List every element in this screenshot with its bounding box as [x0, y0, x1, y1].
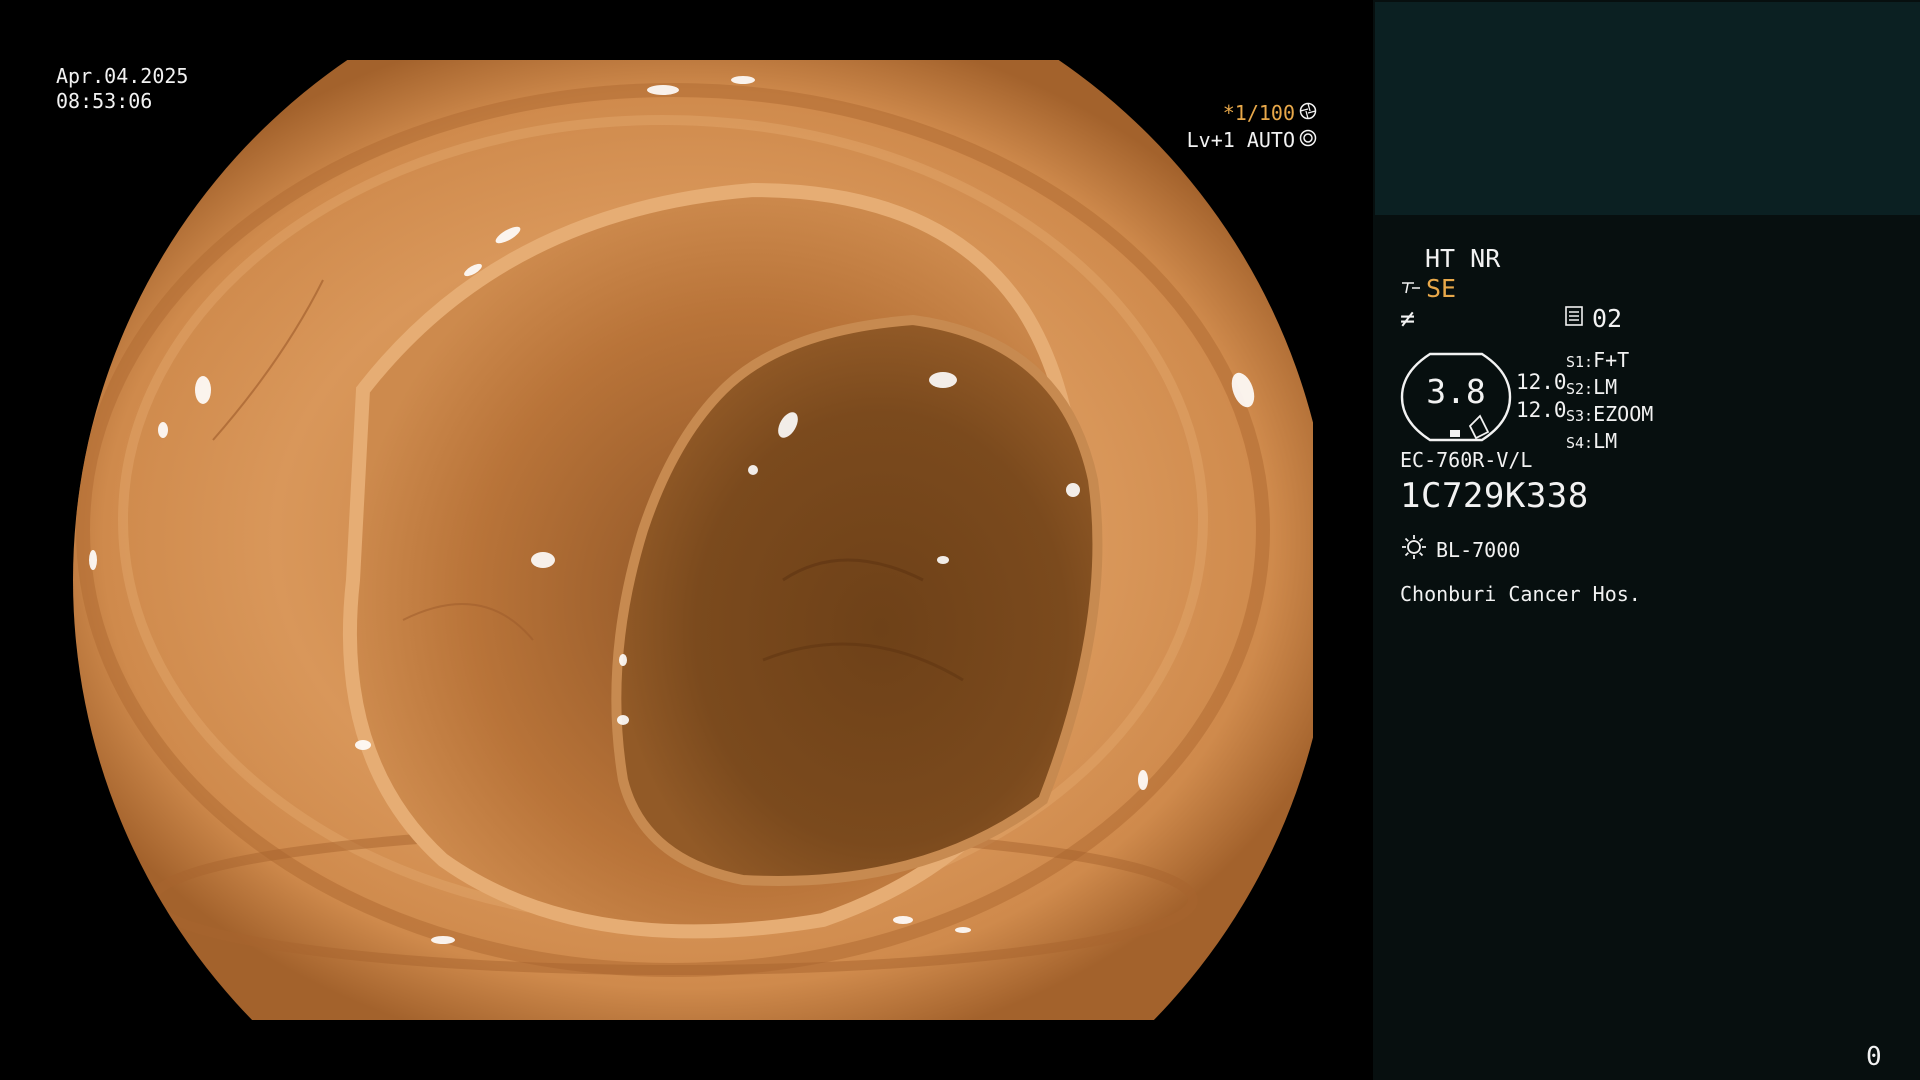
- switch-line: S2:LM: [1566, 375, 1653, 402]
- scope-serial: 1C729K338: [1400, 476, 1589, 516]
- scope-model: EC-760R-V/L: [1400, 448, 1533, 472]
- light-source-name: BL-7000: [1436, 537, 1521, 562]
- ht-nr-label: HT NR: [1425, 244, 1501, 273]
- switch-line: S4:LM: [1566, 429, 1653, 456]
- switch-value: LM: [1593, 375, 1618, 399]
- exposure-overlay: *1/100 Lv+1 AUTO: [1057, 100, 1317, 154]
- memory-line: 02: [1564, 304, 1622, 333]
- iris-mode: Lv+1 AUTO: [1186, 128, 1295, 152]
- time-text: 08:53:06: [56, 89, 153, 113]
- switch-line: S1:F+T: [1566, 348, 1653, 375]
- color-mode-icon: ≠: [1400, 304, 1416, 333]
- light-source-line: BL-7000: [1400, 533, 1520, 566]
- gauge-value: 3.8: [1426, 372, 1486, 411]
- switch-assignments: S1:F+T S2:LM S3:EZOOM S4:LM: [1566, 348, 1653, 456]
- switch-value: EZOOM: [1593, 402, 1654, 426]
- shutter-line: *1/100: [1057, 100, 1317, 127]
- hospital-name: Chonburi Cancer Hos.: [1400, 582, 1641, 606]
- structure-enhance-line: SE: [1400, 274, 1456, 303]
- shutter-speed: *1/100: [1222, 101, 1295, 125]
- memory-value: 02: [1592, 304, 1623, 333]
- structure-enhance-icon: [1400, 274, 1422, 303]
- sun-icon: [1400, 533, 1428, 566]
- endoscopy-screen: Apr.04.2025 08:53:06 *1/100 Lv+1 AUTO HT…: [0, 0, 1920, 1080]
- endoscopic-image: [63, 60, 1313, 1020]
- datetime-overlay: Apr.04.2025 08:53:06: [56, 64, 188, 114]
- switch-key: S3:: [1566, 407, 1594, 425]
- switch-line: S3:EZOOM: [1566, 402, 1653, 429]
- image-counter: 0: [1866, 1042, 1882, 1072]
- shutter-icon: [1299, 101, 1317, 126]
- iris-icon: [1299, 128, 1317, 153]
- switch-key: S2:: [1566, 380, 1594, 398]
- switch-key: S4:: [1566, 434, 1594, 452]
- se-label: SE: [1426, 274, 1457, 303]
- switch-value: LM: [1593, 429, 1618, 453]
- switch-key: S1:: [1566, 353, 1594, 371]
- video-area: Apr.04.2025 08:53:06 *1/100 Lv+1 AUTO: [0, 0, 1373, 1080]
- value-bottom: 12.0: [1516, 398, 1567, 422]
- memory-card-icon: [1564, 304, 1584, 333]
- thumbnail-area: [1375, 2, 1920, 215]
- value-top: 12.0: [1516, 370, 1567, 394]
- switch-value: F+T: [1593, 348, 1630, 372]
- date-text: Apr.04.2025: [56, 64, 189, 88]
- iris-line: Lv+1 AUTO: [1057, 127, 1317, 154]
